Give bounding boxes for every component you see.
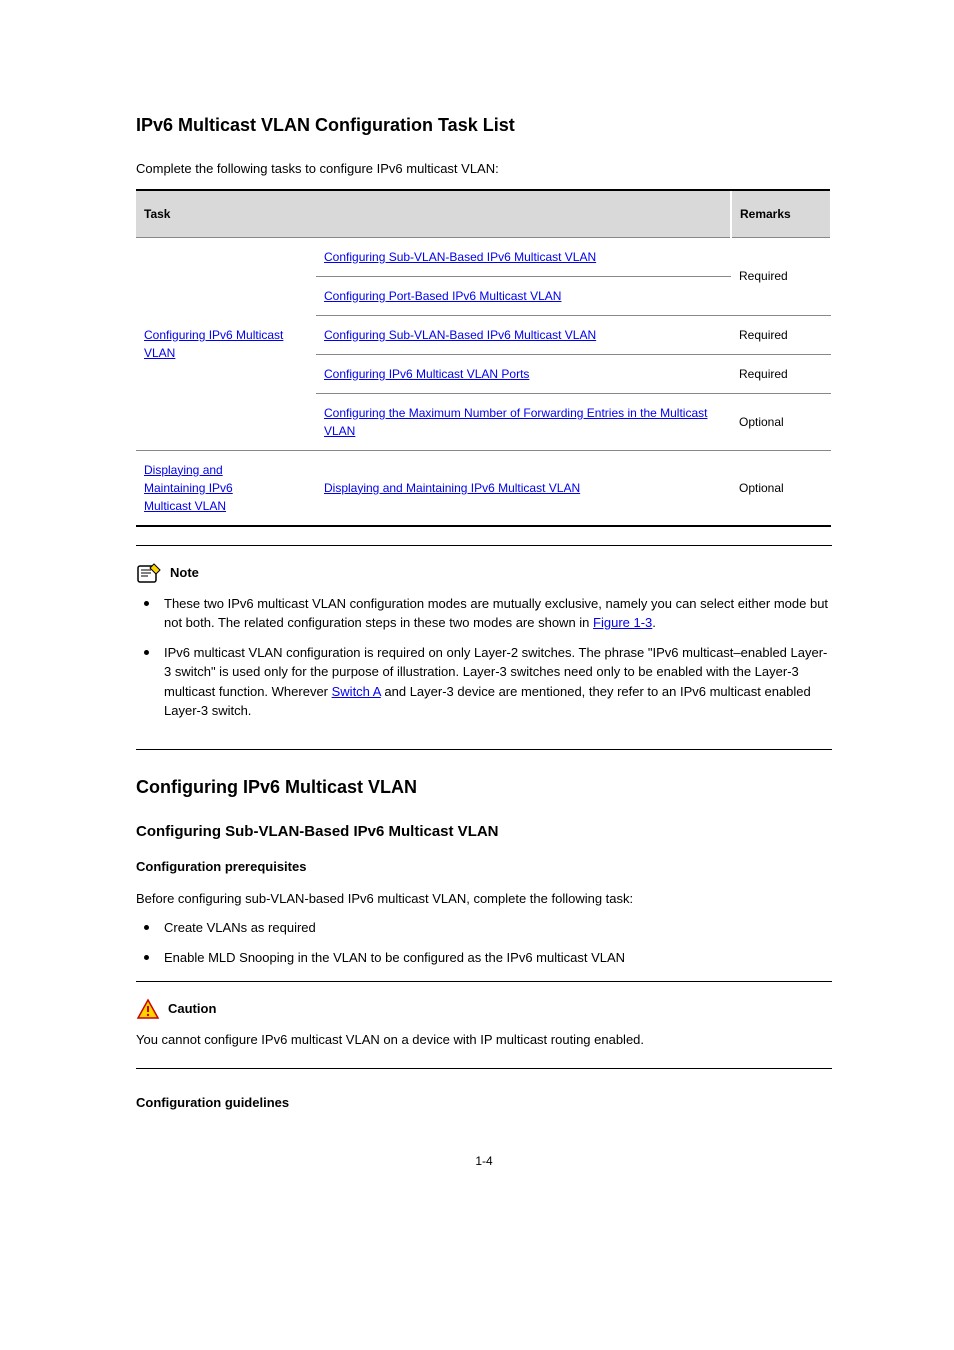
- note-text: These two IPv6 multicast VLAN configurat…: [164, 596, 828, 631]
- note-callout: Note These two IPv6 multicast VLAN confi…: [136, 545, 832, 750]
- prereq-list: Create VLANs as required Enable MLD Snoo…: [136, 918, 832, 967]
- caution-text: You cannot configure IPv6 multicast VLAN…: [136, 1030, 832, 1050]
- remark-cell: Optional: [731, 450, 831, 526]
- list-item: Create VLANs as required: [136, 918, 832, 938]
- task-link[interactable]: Displaying and Maintaining IPv6 Multicas…: [324, 481, 580, 495]
- remark-cell: Required: [731, 237, 831, 315]
- remark-cell: Required: [731, 354, 831, 393]
- note-text: .: [652, 615, 656, 630]
- caution-icon: [136, 998, 160, 1020]
- config-guidelines-heading: Configuration guidelines: [136, 1093, 832, 1113]
- config-prereq-intro: Before configuring sub-VLAN-based IPv6 m…: [136, 889, 832, 909]
- table-row: Configuring IPv6 Multicast VLAN Configur…: [136, 237, 831, 276]
- th-remarks: Remarks: [731, 190, 831, 238]
- page-number: 1-4: [136, 1152, 832, 1170]
- th-task: Task: [136, 190, 731, 238]
- list-item: These two IPv6 multicast VLAN configurat…: [136, 594, 832, 633]
- note-icon: [136, 562, 162, 584]
- caution-callout: Caution You cannot configure IPv6 multic…: [136, 981, 832, 1069]
- subsection-heading: Configuring Sub-VLAN-Based IPv6 Multicas…: [136, 821, 832, 844]
- caution-label: Caution: [168, 999, 216, 1019]
- task-group-link[interactable]: Configuring IPv6 Multicast VLAN: [144, 328, 283, 360]
- task-group-link[interactable]: Displaying and Maintaining IPv6 Multicas…: [144, 463, 233, 513]
- task-link[interactable]: Configuring Sub-VLAN-Based IPv6 Multicas…: [324, 250, 596, 264]
- task-table: Task Remarks Configuring IPv6 Multicast …: [136, 189, 832, 527]
- task-link[interactable]: Configuring Port-Based IPv6 Multicast VL…: [324, 289, 561, 303]
- task-link[interactable]: Configuring Sub-VLAN-Based IPv6 Multicas…: [324, 328, 596, 342]
- inline-link[interactable]: Switch A: [332, 684, 381, 699]
- remark-cell: Required: [731, 315, 831, 354]
- table-row: Displaying and Maintaining IPv6 Multicas…: [136, 450, 831, 526]
- list-item: Enable MLD Snooping in the VLAN to be co…: [136, 948, 832, 968]
- task-link[interactable]: Configuring the Maximum Number of Forwar…: [324, 406, 707, 438]
- section-heading-task-list: IPv6 Multicast VLAN Configuration Task L…: [136, 112, 832, 139]
- table-caption: Complete the following tasks to configur…: [136, 159, 832, 179]
- list-item: IPv6 multicast VLAN configuration is req…: [136, 643, 832, 721]
- task-link[interactable]: Configuring IPv6 Multicast VLAN Ports: [324, 367, 529, 381]
- remark-cell: Optional: [731, 393, 831, 450]
- config-prereq-heading: Configuration prerequisites: [136, 857, 832, 877]
- note-label: Note: [170, 563, 199, 583]
- figure-link[interactable]: Figure 1-3: [593, 615, 652, 630]
- note-list: These two IPv6 multicast VLAN configurat…: [136, 594, 832, 721]
- section-heading-config: Configuring IPv6 Multicast VLAN: [136, 774, 832, 801]
